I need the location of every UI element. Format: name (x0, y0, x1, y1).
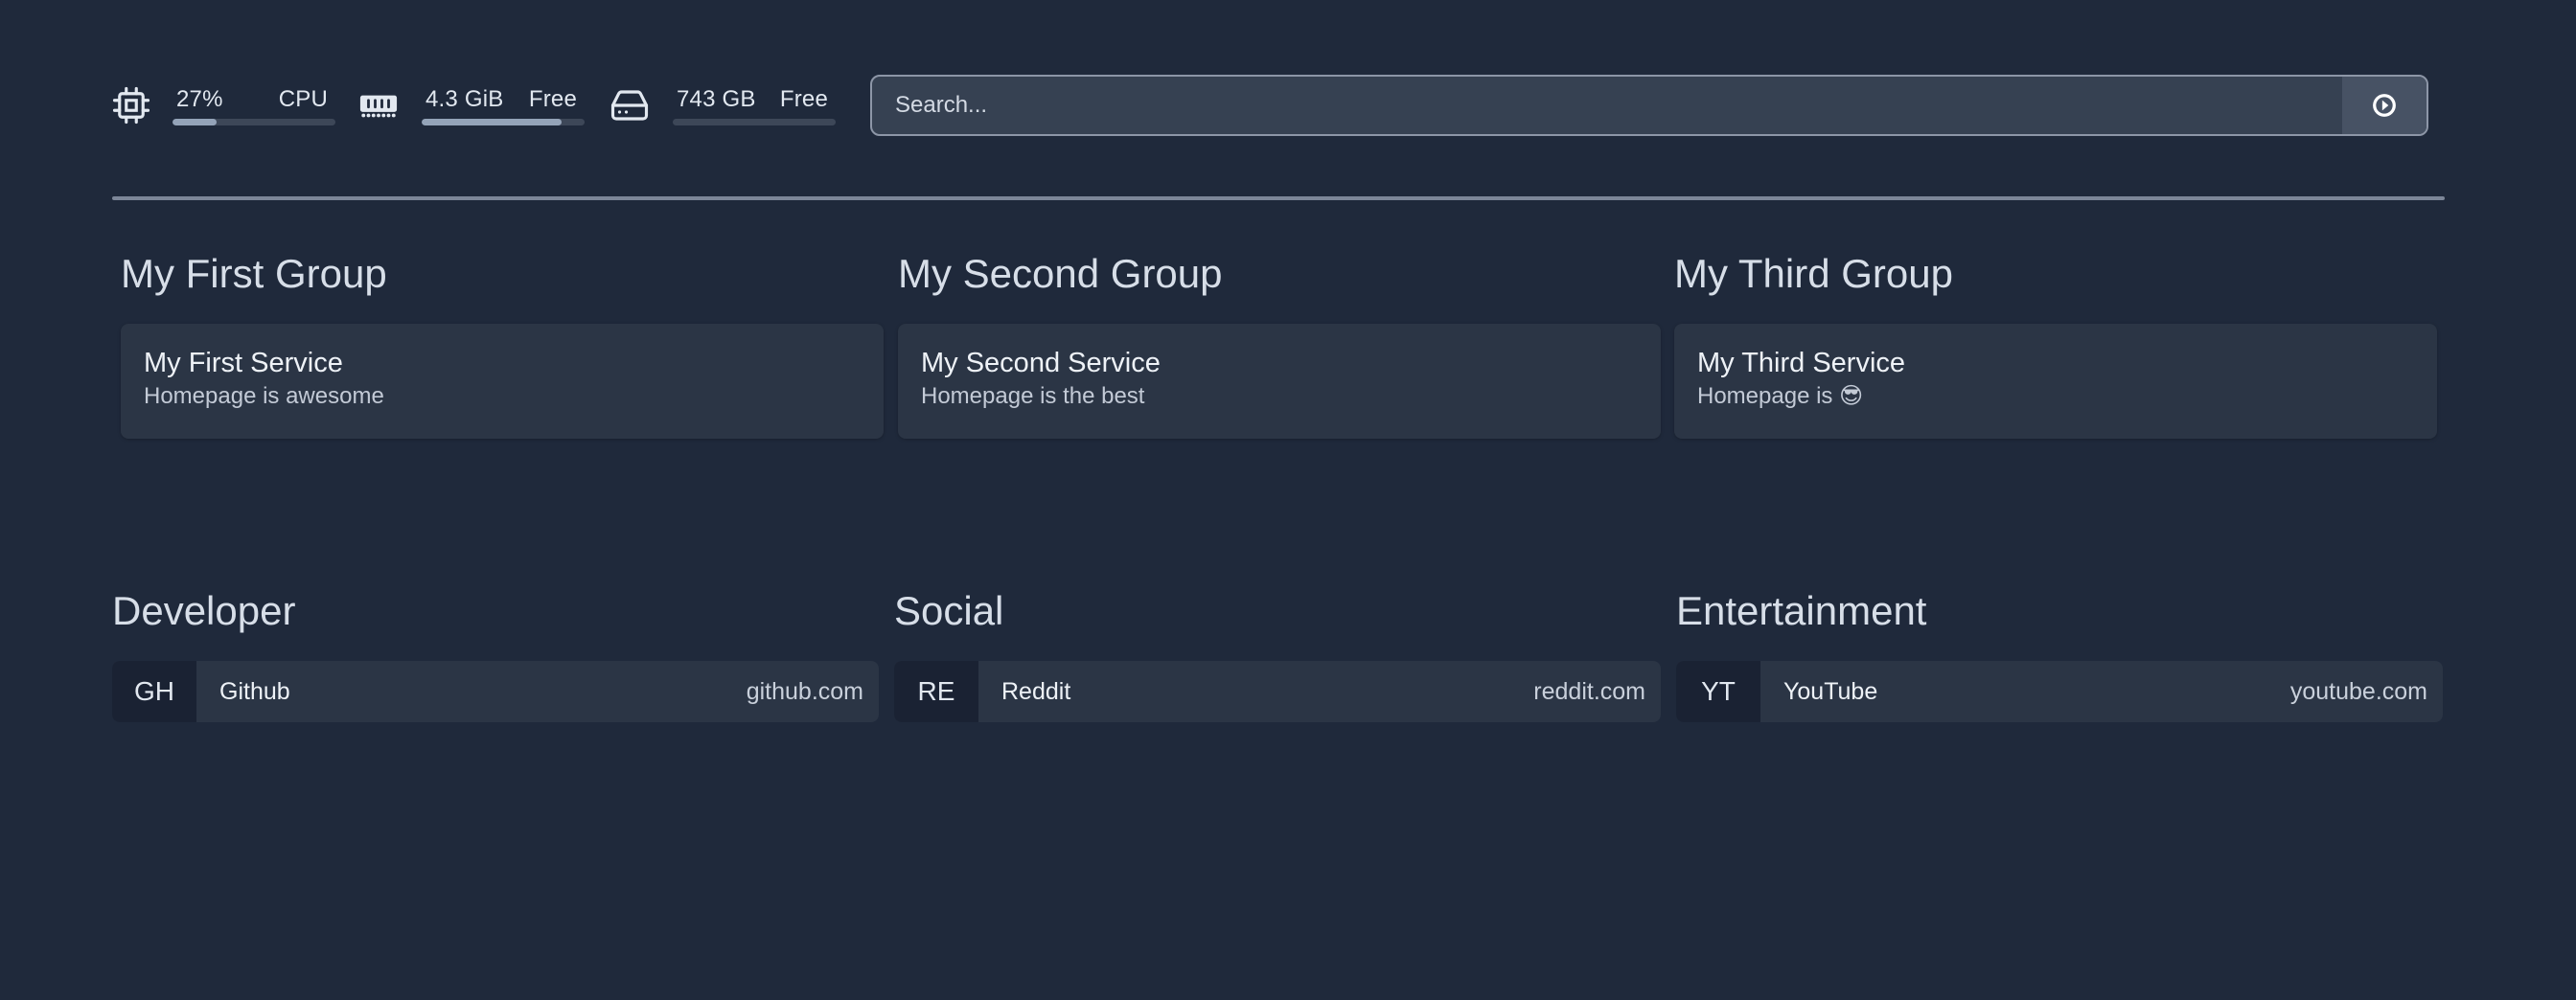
bookmark-group: Developer GH Github github.com (112, 584, 879, 722)
cpu-widget: 27% CPU (111, 75, 335, 136)
service-description: Homepage is the best (921, 383, 1145, 409)
service-description: Homepage is 😎 (1697, 383, 1864, 409)
cpu-value: 27% (176, 86, 223, 112)
service-group: My Second Group My Second Service Homepa… (898, 247, 1661, 439)
service-card[interactable]: My Second Service Homepage is the best (898, 324, 1661, 439)
service-description: Homepage is awesome (144, 383, 384, 409)
search-engine-button[interactable] (2342, 77, 2426, 134)
hard-drive-icon (610, 85, 650, 125)
bookmark-link[interactable]: RE Reddit reddit.com (894, 661, 1661, 722)
memory-usage-bar (422, 119, 585, 125)
bookmark-name: Github (219, 677, 290, 705)
bookmark-abbr: YT (1676, 661, 1760, 722)
top-bar: 27% CPU 4.3 GiB Free 743 GB Free Search.… (111, 75, 2428, 136)
cpu-usage-fill (172, 119, 217, 125)
memory-label: Free (528, 86, 577, 112)
bookmark-abbr: RE (894, 661, 978, 722)
disk-stats: 743 GB Free (673, 75, 836, 136)
bookmark-link[interactable]: GH Github github.com (112, 661, 879, 722)
search-box (870, 75, 2428, 136)
group-title: My First Group (121, 251, 387, 296)
service-card[interactable]: My First Service Homepage is awesome (121, 324, 884, 439)
service-name: My Second Service (921, 348, 1161, 378)
disk-label: Free (779, 86, 828, 112)
memory-usage-fill (422, 119, 563, 125)
search-input[interactable] (872, 77, 2342, 134)
header-divider (112, 196, 2445, 200)
bookmark-group-title: Social (894, 588, 1004, 633)
bookmark-abbr: GH (112, 661, 196, 722)
service-name: My First Service (144, 348, 343, 378)
bookmark-link[interactable]: YT YouTube youtube.com (1676, 661, 2443, 722)
search-engine-icon (2373, 94, 2396, 117)
disk-widget: 743 GB Free (610, 75, 836, 136)
bookmark-group-title: Entertainment (1676, 588, 1927, 633)
bookmark-group: Entertainment YT YouTube youtube.com (1676, 584, 2443, 722)
cpu-label: CPU (278, 86, 328, 112)
service-name: My Third Service (1697, 348, 1906, 378)
bookmark-group: Social RE Reddit reddit.com (894, 584, 1661, 722)
memory-stats: 4.3 GiB Free (422, 75, 585, 136)
bookmark-name: Reddit (1001, 677, 1071, 705)
memory-widget: 4.3 GiB Free (358, 75, 585, 136)
memory-icon (358, 85, 399, 125)
memory-value: 4.3 GiB (426, 86, 504, 112)
service-group: My First Group My First Service Homepage… (121, 247, 884, 439)
bookmark-url: youtube.com (2289, 677, 2427, 705)
service-card[interactable]: My Third Service Homepage is 😎 (1674, 324, 2437, 439)
service-group: My Third Group My Third Service Homepage… (1674, 247, 2437, 439)
group-title: My Second Group (898, 251, 1223, 296)
cpu-stats: 27% CPU (172, 75, 335, 136)
disk-usage-bar (673, 119, 836, 125)
bookmark-group-title: Developer (112, 588, 296, 633)
bookmark-name: YouTube (1783, 677, 1878, 705)
cpu-icon (111, 85, 151, 125)
bookmark-url: github.com (746, 677, 863, 705)
bookmark-url: reddit.com (1533, 677, 1645, 705)
group-title: My Third Group (1674, 251, 1953, 296)
cpu-usage-bar (172, 119, 335, 125)
disk-value: 743 GB (677, 86, 756, 112)
